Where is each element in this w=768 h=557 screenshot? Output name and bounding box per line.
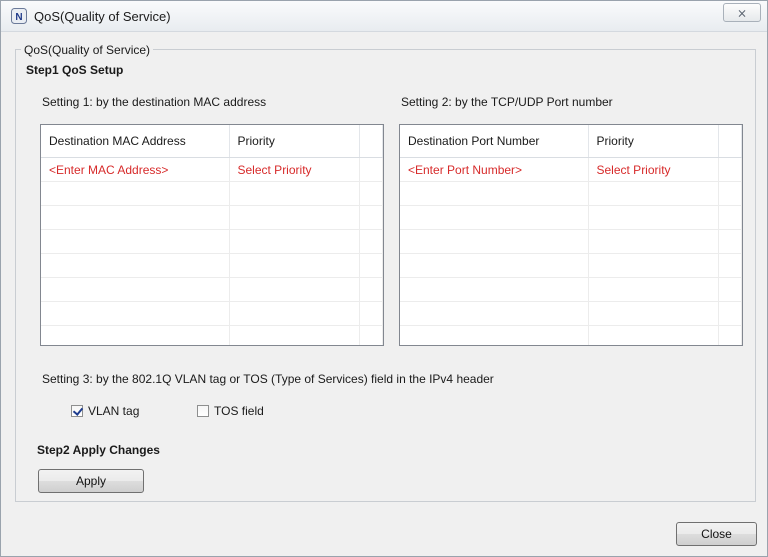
vlan-tag-checkbox[interactable]: VLAN tag [71, 404, 139, 418]
table-row[interactable] [41, 229, 383, 254]
window-title: QoS(Quality of Service) [34, 9, 171, 24]
priority-cell[interactable]: Select Priority [588, 157, 719, 182]
tos-field-checkbox[interactable]: TOS field [197, 404, 264, 418]
table-row[interactable] [41, 205, 383, 230]
table-row[interactable] [400, 181, 742, 206]
column-header-port[interactable]: Destination Port Number [400, 125, 589, 158]
table-row[interactable] [400, 229, 742, 254]
column-header-mac[interactable]: Destination MAC Address [41, 125, 230, 158]
vlan-checkbox-box[interactable] [71, 405, 83, 417]
column-header-filler [359, 125, 383, 158]
table-row[interactable] [400, 253, 742, 278]
window-close-icon[interactable]: ⨯ [723, 3, 761, 22]
mac-address-table[interactable]: Destination MAC Address Priority <Enter … [40, 124, 384, 346]
setting3-label: Setting 3: by the 802.1Q VLAN tag or TOS… [42, 372, 494, 386]
column-header-priority[interactable]: Priority [588, 125, 719, 158]
step2-heading: Step2 Apply Changes [37, 443, 160, 457]
close-button[interactable]: Close [676, 522, 757, 546]
tos-checkbox-box[interactable] [197, 405, 209, 417]
table-row[interactable] [400, 205, 742, 230]
column-header-filler [718, 125, 742, 158]
setting1-label: Setting 1: by the destination MAC addres… [42, 95, 267, 109]
step1-heading: Step1 QoS Setup [26, 63, 124, 77]
table-row[interactable] [41, 301, 383, 326]
priority-cell[interactable]: Select Priority [229, 157, 360, 182]
title-bar[interactable]: N QoS(Quality of Service) ⨯ [1, 1, 767, 32]
app-logo-icon: N [11, 8, 27, 24]
table-row[interactable]: <Enter Port Number> Select Priority [400, 157, 742, 182]
tos-checkbox-label: TOS field [214, 404, 264, 418]
port-number-cell[interactable]: <Enter Port Number> [400, 157, 589, 182]
table-row[interactable] [400, 301, 742, 326]
table-header-row: Destination MAC Address Priority [41, 125, 383, 158]
app-logo-letter: N [15, 12, 22, 23]
mac-address-cell[interactable]: <Enter MAC Address> [41, 157, 230, 182]
setting2-label: Setting 2: by the TCP/UDP Port number [401, 95, 613, 109]
column-header-priority[interactable]: Priority [229, 125, 360, 158]
vlan-checkbox-label: VLAN tag [88, 404, 140, 418]
table-row[interactable] [41, 181, 383, 206]
apply-button[interactable]: Apply [38, 469, 144, 493]
table-row[interactable] [400, 325, 742, 345]
table-header-row: Destination Port Number Priority [400, 125, 742, 158]
port-number-table[interactable]: Destination Port Number Priority <Enter … [399, 124, 743, 346]
table-row[interactable] [41, 325, 383, 345]
table-row[interactable] [41, 277, 383, 302]
table-row[interactable] [41, 253, 383, 278]
table-row[interactable]: <Enter MAC Address> Select Priority [41, 157, 383, 182]
group-legend: QoS(Quality of Service) [21, 43, 154, 57]
table-row[interactable] [400, 277, 742, 302]
